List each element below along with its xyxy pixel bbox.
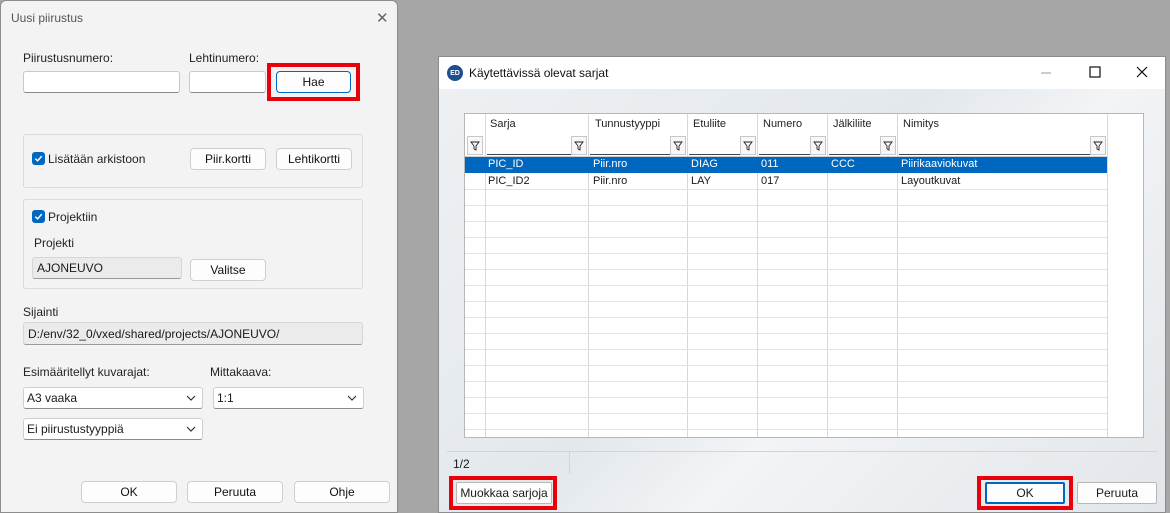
series-dialog: ED Käytettävissä olevat sarjat Sarja Tun… [438, 56, 1166, 513]
ok-button[interactable]: OK [81, 481, 177, 503]
edit-series-button[interactable]: Muokkaa sarjoja [456, 482, 552, 504]
table-cell[interactable]: CCC [831, 158, 855, 170]
drawing-number-label: Piirustusnumero: [23, 51, 114, 65]
dialog-title: Käytettävissä olevat sarjat [469, 66, 609, 80]
table-row[interactable] [465, 174, 1107, 190]
table-cell[interactable]: Piirikaaviokuvat [901, 158, 977, 170]
project-checkbox[interactable] [32, 210, 45, 223]
filter-input-tunnustyyppi[interactable] [590, 136, 670, 155]
scale-label: Mittakaava: [210, 365, 272, 379]
location-value: D:/env/32_0/vxed/shared/projects/AJONEUV… [23, 322, 363, 345]
filter-icon[interactable] [740, 136, 756, 155]
column-header-tunnustyyppi[interactable]: Tunnustyyppi [595, 118, 660, 130]
app-icon: ED [447, 65, 463, 81]
frames-select[interactable]: A3 vaaka [23, 387, 203, 409]
table-cell[interactable]: 017 [761, 175, 779, 187]
filter-icon[interactable] [670, 136, 686, 155]
table-cell[interactable]: DIAG [691, 158, 718, 170]
chevron-down-icon [347, 395, 357, 401]
location-label: Sijainti [23, 305, 59, 319]
check-icon [34, 213, 43, 220]
cancel-button[interactable]: Peruuta [1077, 482, 1157, 504]
minimize-icon[interactable] [1039, 65, 1053, 79]
help-button[interactable]: Ohje [294, 481, 390, 503]
project-checkbox-label[interactable]: Projektiin [48, 210, 97, 224]
series-table[interactable]: Sarja Tunnustyyppi Etuliite Numero Jälki… [464, 113, 1144, 438]
fetch-button[interactable]: Hae [276, 71, 351, 93]
table-row-selected[interactable] [465, 157, 1107, 173]
column-header-sarja[interactable]: Sarja [490, 118, 516, 130]
filter-input-numero[interactable] [759, 136, 810, 155]
status-bar: 1/2 [447, 451, 1157, 475]
table-cell[interactable]: Piir.nro [593, 175, 627, 187]
close-icon[interactable] [1136, 66, 1150, 80]
cancel-button[interactable]: Peruuta [187, 481, 283, 503]
filter-icon[interactable] [467, 136, 483, 155]
filter-icon[interactable] [571, 136, 587, 155]
table-cell[interactable]: Piir.nro [593, 158, 627, 170]
filter-input-jalkiliite[interactable] [829, 136, 880, 155]
project-value: AJONEUVO [32, 257, 182, 279]
new-drawing-dialog: Uusi piirustus ✕ Piirustusnumero: Lehtin… [0, 0, 398, 513]
column-header-jalkiliite[interactable]: Jälkiliite [833, 118, 872, 130]
maximize-icon[interactable] [1089, 66, 1103, 80]
filter-icon[interactable] [810, 136, 826, 155]
filter-input-sarja[interactable] [487, 136, 571, 155]
record-counter: 1/2 [453, 457, 470, 471]
sheet-number-input[interactable] [189, 71, 266, 93]
table-cell[interactable]: 011 [761, 158, 779, 170]
sheet-card-button[interactable]: Lehtikortti [276, 148, 352, 170]
close-icon[interactable]: ✕ [376, 9, 389, 27]
table-cell[interactable]: PIC_ID2 [488, 175, 530, 187]
drawing-type-select[interactable]: Ei piirustustyyppiä [23, 418, 203, 440]
sheet-number-label: Lehtinumero: [189, 51, 260, 65]
drawing-type-select-value: Ei piirustustyyppiä [27, 422, 124, 436]
dialog-title: Uusi piirustus [11, 11, 84, 25]
filter-icon[interactable] [880, 136, 896, 155]
drawing-card-button[interactable]: Piir.kortti [190, 148, 266, 170]
ok-button[interactable]: OK [985, 482, 1065, 504]
column-header-numero[interactable]: Numero [763, 118, 802, 130]
table-cell[interactable]: Layoutkuvat [901, 175, 960, 187]
chevron-down-icon [186, 426, 196, 432]
check-icon [34, 155, 43, 162]
frames-select-value: A3 vaaka [27, 391, 78, 405]
column-header-etuliite[interactable]: Etuliite [693, 118, 726, 130]
select-project-button[interactable]: Valitse [190, 259, 266, 281]
filter-input-nimitys[interactable] [899, 136, 1090, 155]
table-cell[interactable]: LAY [691, 175, 711, 187]
filter-icon[interactable] [1090, 136, 1106, 155]
scale-select[interactable]: 1:1 [213, 387, 364, 409]
table-cell[interactable]: PIC_ID [488, 158, 523, 170]
archive-checkbox-label[interactable]: Lisätään arkistoon [48, 152, 145, 166]
project-label: Projekti [34, 236, 75, 250]
archive-checkbox[interactable] [32, 152, 45, 165]
chevron-down-icon [186, 395, 196, 401]
frames-label: Esimääritellyt kuvarajat: [23, 365, 150, 379]
drawing-number-input[interactable] [23, 71, 180, 93]
column-header-nimitys[interactable]: Nimitys [903, 118, 939, 130]
scale-select-value: 1:1 [217, 391, 234, 405]
filter-input-etuliite[interactable] [689, 136, 740, 155]
